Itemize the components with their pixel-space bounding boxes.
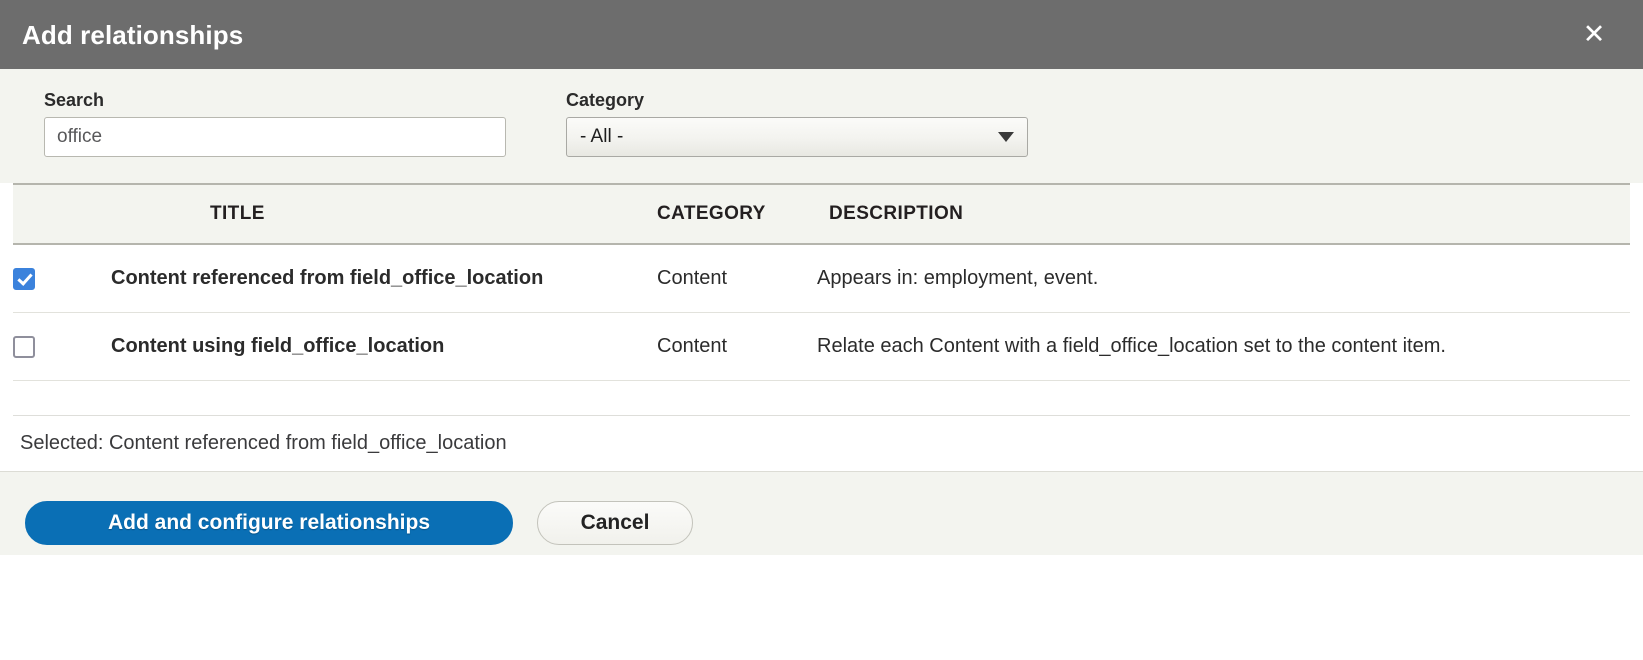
relationships-table: TITLE CATEGORY DESCRIPTION Content refer… [13, 183, 1630, 416]
table-spacer-row [13, 381, 1630, 416]
row-title: Content using field_office_location [111, 313, 657, 381]
column-header-checkbox [13, 184, 111, 244]
category-label: Category [566, 91, 1028, 109]
row-description: Relate each Content with a field_office_… [817, 313, 1630, 381]
close-icon[interactable]: ✕ [1575, 16, 1613, 54]
category-select[interactable]: - All - [566, 117, 1028, 157]
dialog-titlebar: Add relationships ✕ [0, 0, 1643, 69]
add-relationships-dialog: Add relationships ✕ Search Category - Al… [0, 0, 1643, 660]
dialog-footer: Add and configure relationships Cancel [0, 471, 1643, 555]
dialog-title: Add relationships [22, 22, 243, 48]
row-category: Content [657, 313, 817, 381]
selected-status: Selected: Content referenced from field_… [0, 416, 1643, 471]
row-category: Content [657, 244, 817, 313]
search-input[interactable] [44, 117, 506, 157]
row-checkbox-unchecked[interactable] [13, 336, 35, 358]
filter-bar: Search Category - All - [0, 69, 1643, 183]
row-description: Appears in: employment, event. [817, 244, 1630, 313]
cancel-button[interactable]: Cancel [537, 501, 693, 545]
search-label: Search [44, 91, 506, 109]
column-header-category: CATEGORY [657, 184, 817, 244]
category-field-group: Category - All - [566, 91, 1028, 157]
table-spacer-cell [13, 381, 1630, 416]
add-and-configure-relationships-button[interactable]: Add and configure relationships [25, 501, 513, 545]
column-header-description: DESCRIPTION [817, 184, 1630, 244]
table-header: TITLE CATEGORY DESCRIPTION [13, 184, 1630, 244]
column-header-title: TITLE [111, 184, 657, 244]
relationships-table-wrapper: TITLE CATEGORY DESCRIPTION Content refer… [0, 183, 1643, 416]
row-checkbox-cell [13, 244, 111, 313]
table-header-row: TITLE CATEGORY DESCRIPTION [13, 184, 1630, 244]
category-select-wrapper: - All - [566, 117, 1028, 157]
row-checkbox-cell [13, 313, 111, 381]
table-row[interactable]: Content using field_office_location Cont… [13, 313, 1630, 381]
row-checkbox-checked[interactable] [13, 268, 35, 290]
row-title: Content referenced from field_office_loc… [111, 244, 657, 313]
table-row[interactable]: Content referenced from field_office_loc… [13, 244, 1630, 313]
search-field-group: Search [44, 91, 506, 157]
table-body: Content referenced from field_office_loc… [13, 244, 1630, 416]
